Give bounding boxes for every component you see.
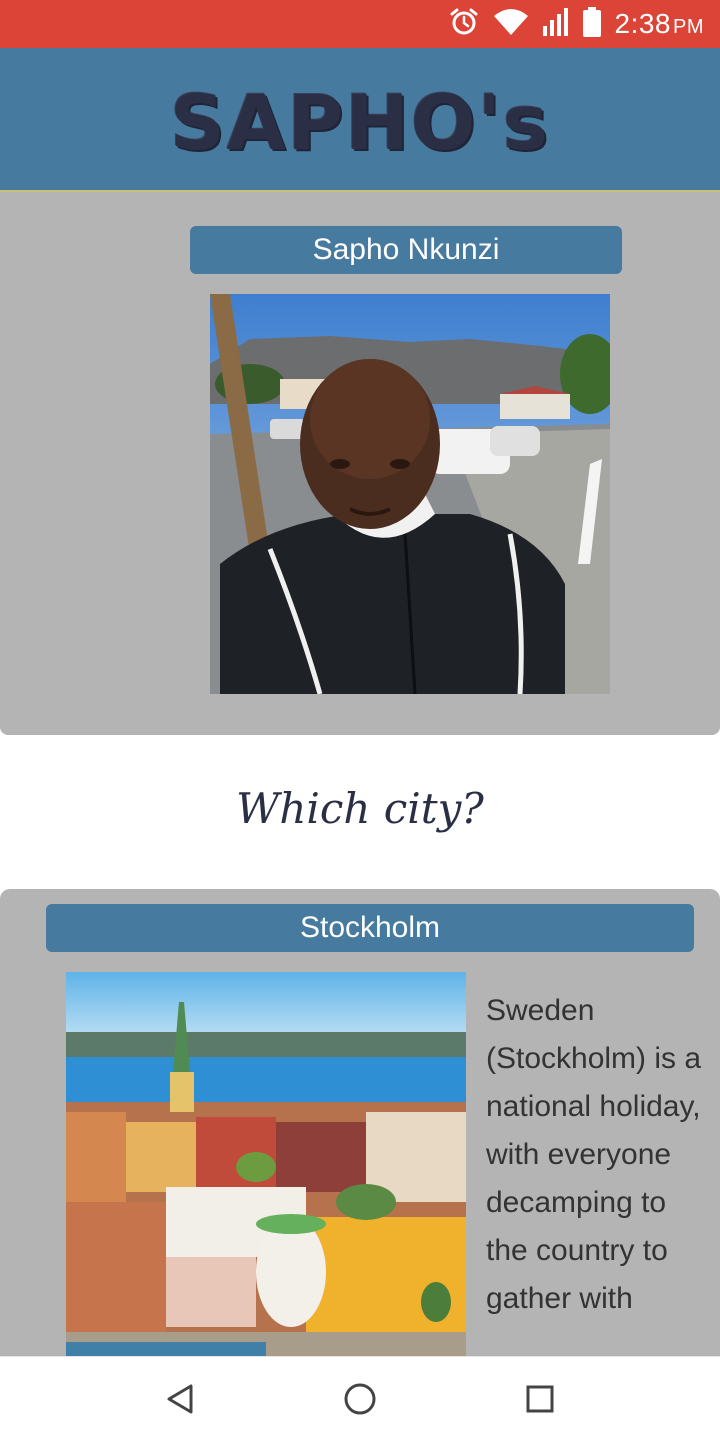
app-header: SAPHO's <box>0 48 720 192</box>
clock-time: 2:38 <box>614 8 671 39</box>
navigation-bar <box>0 1356 720 1441</box>
wifi-icon <box>493 8 529 41</box>
clock-ampm: PM <box>673 16 704 38</box>
clock: 2:38 PM <box>615 8 705 40</box>
profile-card: Sapho Nkunzi <box>0 192 720 735</box>
city-description: Sweden (Stockholm) is a national holiday… <box>486 994 702 1315</box>
status-bar: 2:38 PM <box>0 0 720 48</box>
alarm-icon <box>449 7 479 42</box>
signal-icon <box>542 7 569 41</box>
profile-name: Sapho Nkunzi <box>190 226 622 274</box>
city-name: Stockholm <box>46 904 694 952</box>
city-card: Stockholm Sweden (Stockholm) is a nation… <box>0 889 720 1369</box>
back-icon[interactable] <box>160 1379 200 1419</box>
brand-title: SAPHO's <box>170 78 550 167</box>
battery-icon <box>582 6 601 42</box>
home-icon[interactable] <box>340 1379 380 1419</box>
profile-photo <box>210 294 610 694</box>
city-photo <box>66 972 466 1369</box>
section-heading: Which city? <box>236 784 484 833</box>
recents-icon[interactable] <box>520 1379 560 1419</box>
